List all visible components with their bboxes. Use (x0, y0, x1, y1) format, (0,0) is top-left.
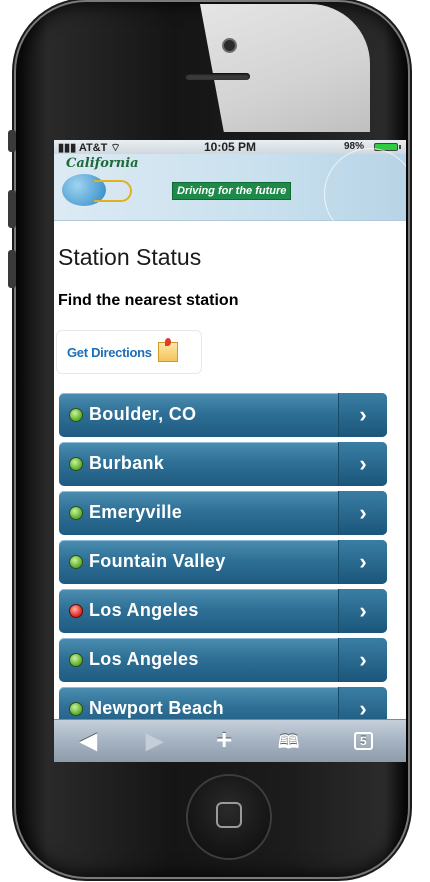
volume-down-button (8, 250, 16, 288)
status-dot-icon (69, 506, 83, 520)
home-square-icon (216, 802, 242, 828)
get-directions-button[interactable]: Get Directions (56, 330, 202, 374)
status-dot-icon (69, 604, 83, 618)
background-globe-graphic (324, 148, 406, 240)
map-icon (157, 338, 178, 362)
phone-screen: ▮▮▮ AT&T ⌔ 10:05 PM 98% California Drivi… (54, 140, 406, 762)
station-item[interactable]: Burbank › (59, 442, 387, 486)
earpiece-speaker (185, 73, 250, 80)
get-directions-label: Get Directions (67, 344, 152, 360)
bookmarks-icon[interactable]: 🕮 (278, 730, 299, 760)
page-subtitle: Find the nearest station (58, 292, 239, 309)
status-dot-icon (69, 457, 83, 471)
carrier-label: ▮▮▮ AT&T ⌔ (58, 142, 121, 154)
station-name: Emeryville (89, 502, 183, 522)
mute-switch (8, 130, 16, 152)
chevron-right-icon[interactable]: › (338, 442, 387, 486)
chevron-right-icon[interactable]: › (338, 540, 387, 584)
site-banner[interactable]: California Driving for the future (54, 148, 406, 240)
status-dot-icon (69, 555, 83, 569)
chevron-right-icon[interactable]: › (338, 393, 387, 437)
tabs-icon[interactable]: 5 (354, 732, 373, 750)
station-name: Los Angeles (89, 649, 199, 669)
station-name: Boulder, CO (89, 404, 197, 424)
station-item[interactable]: Emeryville › (59, 491, 387, 535)
station-item[interactable]: Los Angeles › (59, 638, 387, 682)
volume-up-button (8, 190, 16, 228)
wifi-icon: ⌔ (107, 142, 121, 154)
screen-glare (200, 4, 370, 132)
status-dot-icon (69, 408, 83, 422)
status-dot-icon (69, 653, 83, 667)
signal-icon: ▮▮▮ (58, 142, 79, 154)
chevron-right-icon[interactable]: › (338, 491, 387, 535)
back-arrow-icon[interactable]: ◀ (80, 728, 97, 754)
station-list: Boulder, CO › Burbank › Emeryville › Fou… (59, 393, 387, 736)
forward-arrow-icon[interactable]: ▶ (146, 728, 163, 754)
station-item[interactable]: Los Angeles › (59, 589, 387, 633)
chevron-right-icon[interactable]: › (338, 589, 387, 633)
station-item[interactable]: Fountain Valley › (59, 540, 387, 584)
logo-text: California (66, 156, 139, 171)
page-title: Station Status (58, 244, 202, 270)
station-name: Burbank (89, 453, 165, 473)
status-dot-icon (69, 702, 83, 716)
safari-toolbar: ◀ ▶ + 🕮 5 (54, 719, 406, 762)
logo-plug-icon (94, 180, 132, 202)
station-name: Fountain Valley (89, 551, 226, 571)
chevron-right-icon[interactable]: › (338, 638, 387, 682)
clock: 10:05 PM (204, 140, 257, 154)
station-item[interactable]: Boulder, CO › (59, 393, 387, 437)
add-bookmark-icon[interactable]: + (216, 724, 232, 756)
front-camera (224, 40, 235, 51)
tagline-badge: Driving for the future (172, 182, 292, 200)
station-name: Los Angeles (89, 600, 199, 620)
station-name: Newport Beach (89, 698, 224, 718)
